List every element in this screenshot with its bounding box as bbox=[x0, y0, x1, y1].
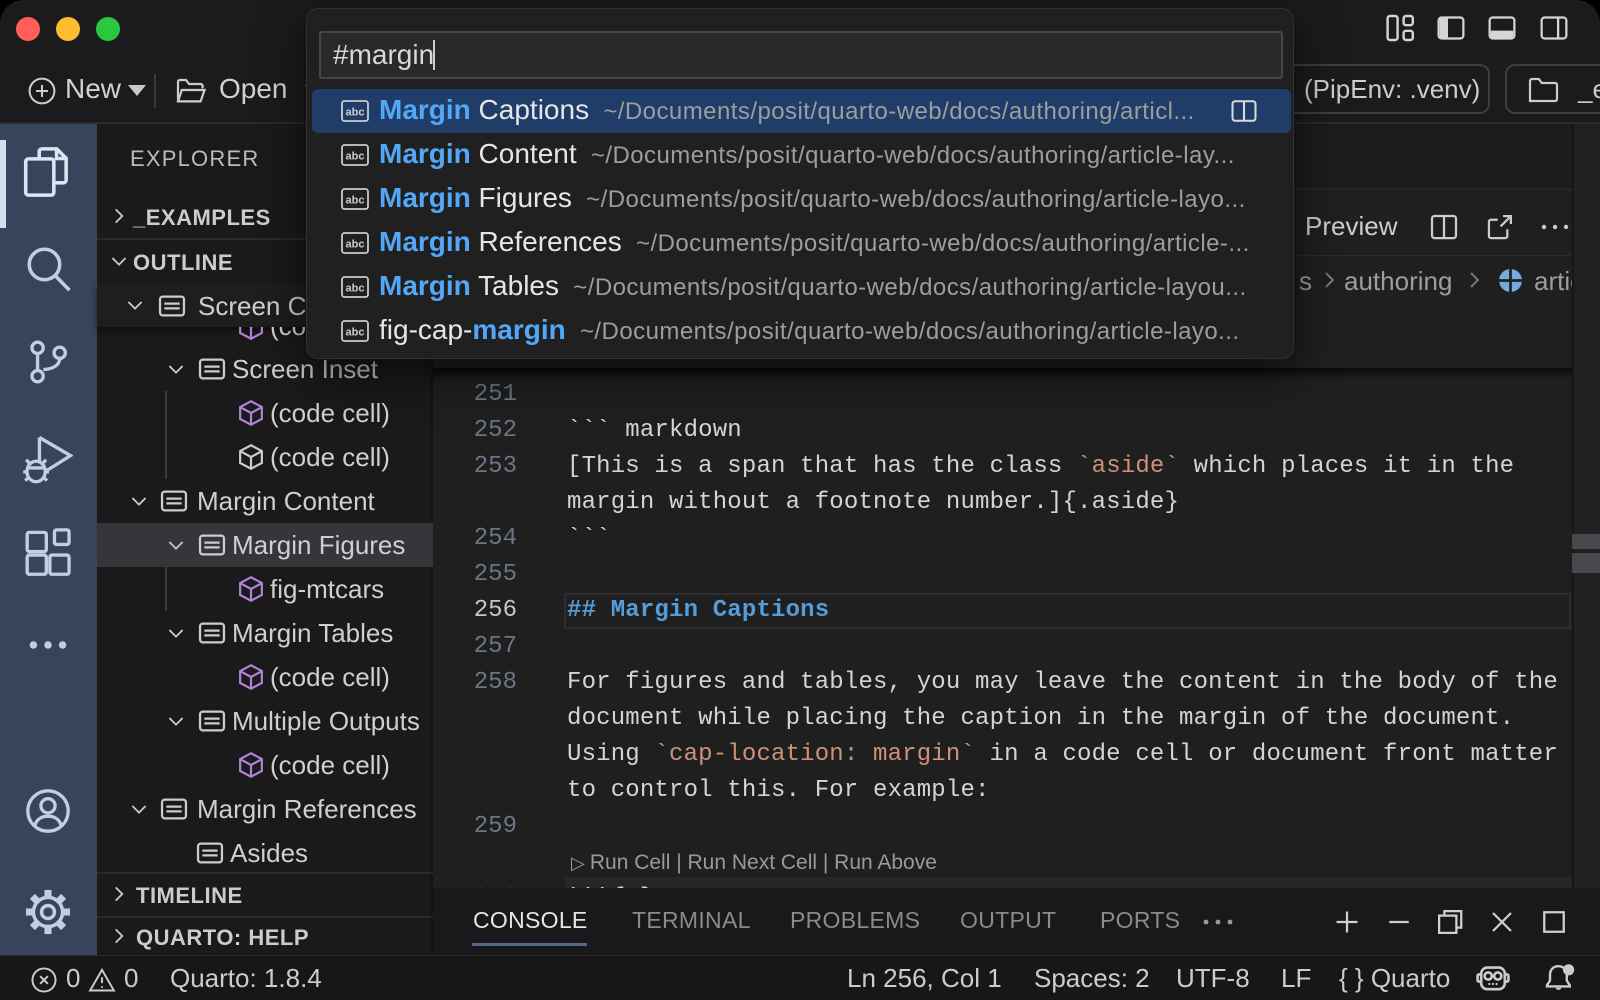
svg-text:abc: abc bbox=[346, 239, 365, 251]
svg-text:abc: abc bbox=[346, 195, 365, 207]
svg-text:abc: abc bbox=[346, 283, 365, 295]
svg-text:abc: abc bbox=[346, 327, 365, 339]
svg-text:abc: abc bbox=[346, 107, 365, 119]
svg-text:abc: abc bbox=[346, 151, 365, 163]
